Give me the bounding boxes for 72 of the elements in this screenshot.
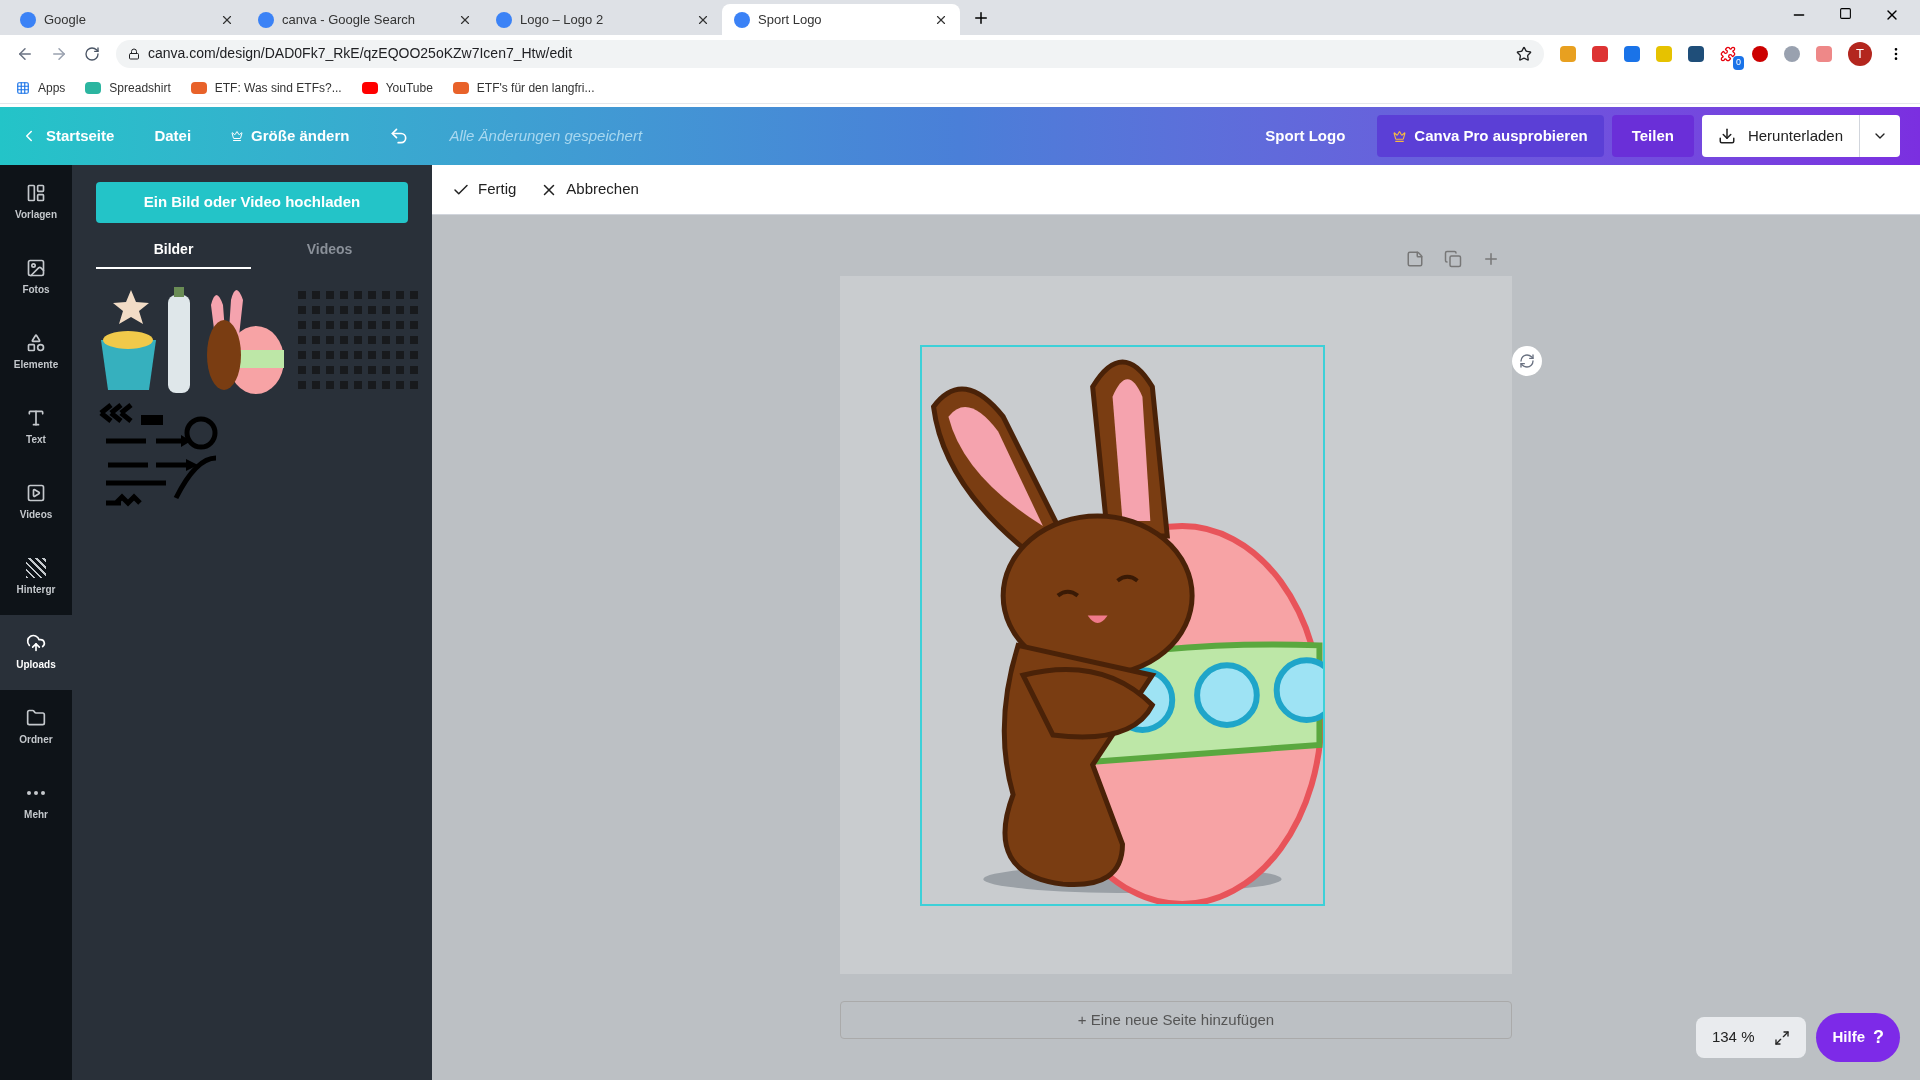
rotate-icon xyxy=(1519,353,1535,369)
sidebar-icon xyxy=(26,408,46,428)
profile-avatar[interactable]: T xyxy=(1848,41,1872,66)
site-icon xyxy=(496,11,512,28)
lock-icon xyxy=(128,47,140,60)
sidebar-item[interactable]: Videos xyxy=(0,465,72,540)
bookmark-star-icon[interactable] xyxy=(1516,45,1532,62)
sidebar-item[interactable]: Fotos xyxy=(0,240,72,315)
sidebar-item[interactable]: Ordner xyxy=(0,690,72,765)
site-icon xyxy=(190,81,207,94)
download-label[interactable]: Herunterladen xyxy=(1747,124,1843,148)
site-icon xyxy=(361,81,378,94)
url-text: canva.com/design/DAD0Fk7_RkE/qzEQOO25oKZw7Icen7_Htw/edit xyxy=(148,44,573,63)
sidebar-item[interactable]: Hintergr xyxy=(0,540,72,615)
site-icon xyxy=(258,11,274,28)
share-button[interactable]: Teilen xyxy=(1611,115,1694,157)
new-tab-icon[interactable] xyxy=(972,9,990,27)
more-dots-icon xyxy=(27,791,45,795)
reload-icon[interactable] xyxy=(84,45,100,62)
tab-title: canva - Google Search xyxy=(282,10,416,29)
bookmark-link[interactable]: Spreadshirt xyxy=(109,78,171,97)
save-status: Alle Änderungen gespeichert xyxy=(449,125,643,146)
bookmark-link[interactable]: ETF: Was sind ETFs?... xyxy=(214,78,342,97)
sidebar-item[interactable]: Elemente xyxy=(0,315,72,390)
apps-icon xyxy=(16,80,30,95)
rotate-handle[interactable] xyxy=(1512,346,1542,376)
extension-badge: 0 xyxy=(1733,56,1744,70)
site-icon xyxy=(734,11,750,28)
bookmark-link[interactable]: YouTube xyxy=(385,78,433,97)
sidebar-icon xyxy=(26,708,46,728)
sidebar-item[interactable]: Uploads xyxy=(0,615,72,690)
site-icon xyxy=(452,81,469,94)
browser-tab[interactable]: Google xyxy=(8,4,246,35)
sidebar-icon xyxy=(26,258,46,278)
download-icon xyxy=(1717,127,1736,145)
panel-tab[interactable]: Videos xyxy=(252,231,407,269)
browser-tab[interactable]: Logo – Logo 2 xyxy=(484,4,722,35)
add-page-button[interactable]: + Eine neue Seite hinzufügen xyxy=(840,1001,1512,1039)
crown-icon xyxy=(1393,129,1407,143)
pro-trial-button[interactable]: Canva Pro ausprobieren xyxy=(1377,115,1604,157)
sidebar-item[interactable]: Mehr xyxy=(0,765,72,840)
sidebar-item[interactable]: Vorlagen xyxy=(0,165,72,240)
extension-icon[interactable] xyxy=(1624,45,1640,62)
extension-icon[interactable] xyxy=(1592,45,1608,62)
design-title[interactable]: Sport Logo xyxy=(1265,124,1346,148)
sidebar-icon xyxy=(26,633,46,653)
sidebar-item[interactable]: Text xyxy=(0,390,72,465)
sidebar-icon xyxy=(26,333,46,353)
cancel-button[interactable]: Abbrechen xyxy=(540,178,639,201)
site-icon xyxy=(85,81,102,94)
done-button[interactable]: Fertig xyxy=(452,178,517,201)
zoom-control[interactable]: 134 % xyxy=(1695,1017,1807,1058)
browser-tab[interactable]: Sport Logo xyxy=(722,4,960,35)
sidebar-icon xyxy=(26,183,46,203)
tab-title: Sport Logo xyxy=(758,10,823,29)
fullscreen-icon[interactable] xyxy=(1774,1029,1791,1046)
address-field[interactable]: canva.com/design/DAD0Fk7_RkE/qzEQOO25oKZw7Icen7_Htw/edit xyxy=(116,39,1544,68)
extension-icon[interactable] xyxy=(1688,45,1704,62)
browser-tab[interactable]: canva - Google Search xyxy=(246,4,484,35)
extension-icon[interactable] xyxy=(1720,45,1736,62)
crown-icon xyxy=(231,130,244,142)
tab-title: Logo – Logo 2 xyxy=(520,10,605,29)
site-icon xyxy=(20,11,36,28)
bookmark-link[interactable]: Apps xyxy=(38,78,66,97)
tab-title: Google xyxy=(44,10,87,29)
hatch-icon xyxy=(26,558,46,578)
panel-tab[interactable]: Bilder xyxy=(96,231,251,269)
bookmark-link[interactable]: ETF's für den langfri... xyxy=(476,78,595,97)
help-button[interactable]: Hilfe ? xyxy=(1816,1013,1900,1062)
restore-icon[interactable] xyxy=(1839,7,1852,20)
sidebar-icon xyxy=(26,483,46,503)
extension-icon[interactable] xyxy=(1752,45,1768,62)
